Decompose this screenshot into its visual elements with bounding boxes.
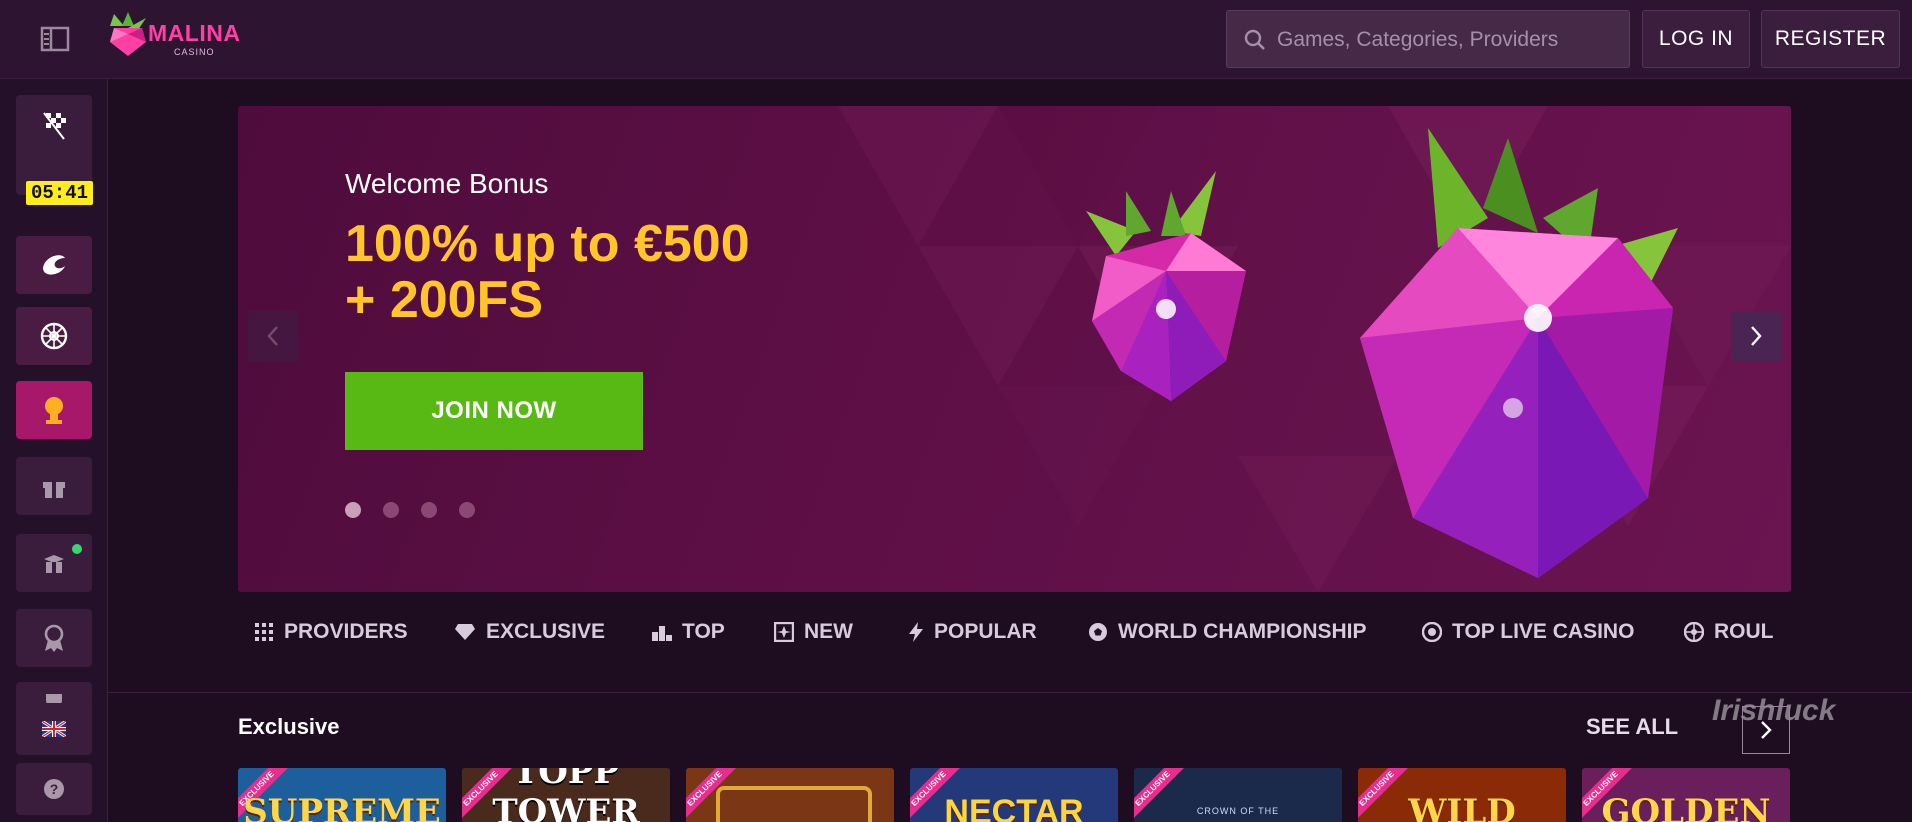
see-all-link[interactable]: SEE ALL <box>1586 714 1678 740</box>
grid-icon <box>255 623 273 641</box>
chevron-right-icon <box>1751 326 1762 346</box>
carousel-dot-3[interactable] <box>421 502 437 518</box>
game-tile-crown[interactable]: EXCLUSIVE CROWN OF THE <box>1134 768 1342 822</box>
category-label: EXCLUSIVE <box>486 620 606 643</box>
carousel-prev-button[interactable] <box>248 311 298 361</box>
chevron-right-icon <box>1761 721 1772 739</box>
category-label: ROUL <box>1714 620 1774 643</box>
notification-dot <box>72 544 82 554</box>
category-label: PROVIDERS <box>284 620 408 643</box>
race-flag-icon <box>43 112 66 140</box>
category-label: NEW <box>804 620 853 643</box>
help-question-icon: ? <box>44 779 64 799</box>
game-tile-wild[interactable]: EXCLUSIVE WILD <box>1358 768 1566 822</box>
search-box[interactable] <box>1226 10 1630 69</box>
category-bar: PROVIDERS EXCLUSIVE TOP NEW POPULAR WORL… <box>238 606 1818 666</box>
game-tile-supreme[interactable]: EXCLUSIVE SUPREME <box>238 768 446 822</box>
lightning-icon <box>909 622 923 642</box>
uk-flag-icon <box>42 721 66 737</box>
game-art-frame <box>716 786 872 822</box>
category-label: WORLD CHAMPIONSHIP <box>1118 620 1367 643</box>
logo[interactable]: MALINA CASINO <box>106 12 266 60</box>
open-gift-icon <box>44 555 64 573</box>
section-next-button[interactable] <box>1742 706 1790 754</box>
chip-icon <box>1422 622 1442 642</box>
login-button[interactable]: LOG IN <box>1642 10 1750 68</box>
category-top[interactable]: TOP <box>652 620 725 644</box>
promo-banner: Welcome Bonus 100% up to €500 + 200FS JO… <box>238 106 1791 592</box>
sidebar-item-promotions[interactable] <box>16 457 92 515</box>
game-title: GOLDEN <box>1601 792 1771 822</box>
tournament-timer: 05:41 <box>26 181 94 205</box>
category-providers[interactable]: PROVIDERS <box>254 620 408 644</box>
gift-box-icon <box>43 482 65 498</box>
register-button[interactable]: REGISTER <box>1761 10 1900 68</box>
logo-subtext: CASINO <box>174 47 215 57</box>
banner-kicker: Welcome Bonus <box>345 168 549 199</box>
roulette-icon <box>1684 622 1704 642</box>
join-now-button[interactable]: JOIN NOW <box>345 372 643 450</box>
game-tile-golden[interactable]: EXCLUSIVE GOLDEN <box>1582 768 1790 822</box>
chevron-left-icon <box>267 326 278 346</box>
search-input[interactable] <box>1275 11 1619 69</box>
carousel-dot-2[interactable] <box>383 502 399 518</box>
category-exclusive[interactable]: EXCLUSIVE <box>454 620 605 644</box>
game-title: CROWN OF THE <box>1196 806 1280 816</box>
award-ribbon-icon <box>44 624 64 652</box>
small-raspberry-illustration <box>1086 171 1246 401</box>
sidebar-item-tournaments[interactable] <box>16 381 92 439</box>
carousel-dots <box>345 502 475 518</box>
new-icon <box>774 622 794 642</box>
soccer-ball-icon <box>1089 623 1107 641</box>
sidebar: 05:41 ? <box>0 79 108 822</box>
category-new[interactable]: NEW <box>774 620 853 644</box>
carousel-dot-1[interactable] <box>345 502 361 518</box>
game-tile-3[interactable]: EXCLUSIVE <box>686 768 894 822</box>
game-title: SUPREME <box>243 792 441 822</box>
large-raspberry-illustration <box>1360 128 1678 578</box>
banner-headline-line2: + 200FS <box>345 271 544 329</box>
top-bar: MALINA CASINO LOG IN REGISTER <box>0 0 1912 79</box>
sidebar-item-language[interactable] <box>16 703 92 755</box>
category-top-live-casino[interactable]: TOP LIVE CASINO <box>1422 620 1634 644</box>
category-roulette[interactable]: ROUL <box>1684 620 1814 644</box>
carousel-next-button[interactable] <box>1731 311 1781 361</box>
game-tile-topp-tower[interactable]: EXCLUSIVE TOPP TOWER <box>462 768 670 822</box>
search-icon <box>1244 29 1265 50</box>
sidebar-item-help[interactable]: ? <box>16 763 92 815</box>
sidebar-item-bonuses[interactable] <box>16 534 92 592</box>
category-label: TOP <box>682 620 725 643</box>
section-title: Exclusive <box>238 714 340 739</box>
category-world-championship[interactable]: WORLD CHAMPIONSHIP <box>1088 620 1367 644</box>
sidebar-item-casino[interactable] <box>16 236 92 294</box>
sidebar-toggle-icon[interactable] <box>40 25 70 53</box>
game-title: WILD <box>1408 792 1516 822</box>
game-tile-nectar[interactable]: EXCLUSIVE NECTAR <box>910 768 1118 822</box>
svg-text:?: ? <box>50 781 59 797</box>
banner-headline-line1: 100% up to €500 <box>345 215 750 273</box>
divider <box>108 692 1912 693</box>
diamond-icon <box>455 624 475 640</box>
carousel-dot-4[interactable] <box>459 502 475 518</box>
sidebar-item-live-casino[interactable] <box>16 307 92 365</box>
game-title: TOPP TOWER <box>492 768 640 822</box>
podium-icon <box>652 626 672 641</box>
banner-headline: 100% up to €500 + 200FS <box>345 216 750 328</box>
trophy-cup-icon <box>45 397 63 424</box>
category-label: TOP LIVE CASINO <box>1452 620 1635 643</box>
sidebar-item-tournament[interactable]: 05:41 <box>16 95 94 205</box>
casino-logo-icon <box>43 255 65 275</box>
category-popular[interactable]: POPULAR <box>908 620 1037 644</box>
roulette-wheel-icon <box>40 322 68 350</box>
sidebar-item-loyalty[interactable] <box>16 609 92 667</box>
raspberry-logo-icon <box>110 12 146 56</box>
game-title: NECTAR <box>944 793 1084 822</box>
category-label: POPULAR <box>934 620 1037 643</box>
logo-text: MALINA <box>148 20 241 46</box>
